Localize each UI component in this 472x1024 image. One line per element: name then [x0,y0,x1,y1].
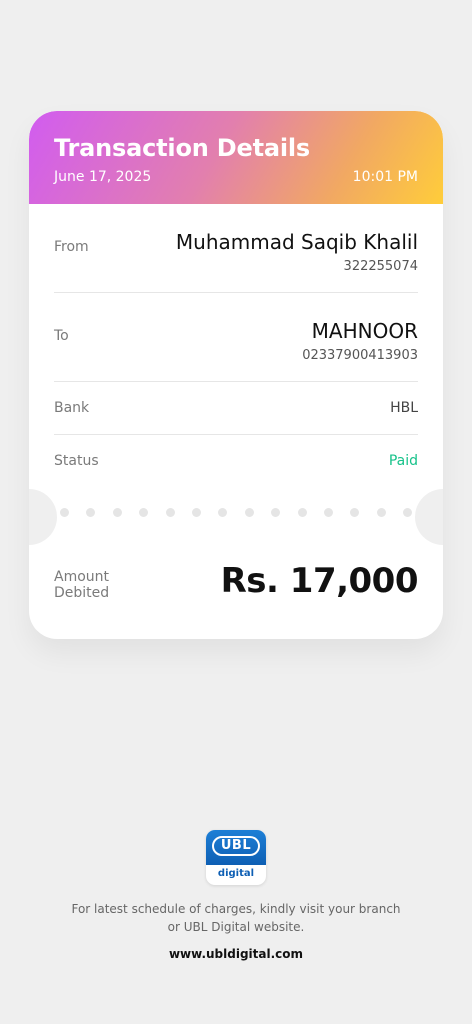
perforation-dot [165,508,175,517]
website-link[interactable]: www.ubldigital.com [0,947,472,961]
card-header: Transaction Details June 17, 2025 10:01 … [29,111,443,204]
perforation-dot [324,508,333,517]
ubl-digital-logo: UBL digital [206,830,266,885]
status-label: Status [54,453,99,469]
transaction-card: Transaction Details June 17, 2025 10:01 … [29,111,443,639]
divider [54,434,418,435]
footer-note-line2: or UBL Digital website. [167,920,305,934]
logo-top-band: UBL [206,830,266,865]
perforation-dot [86,508,96,517]
perforation-dot [218,508,228,517]
perforation-dot [376,508,386,517]
transaction-date: June 17, 2025 [54,169,152,185]
perforation-dot [60,508,69,517]
transaction-time: 10:01 PM [352,169,418,185]
divider [54,292,418,293]
perforation-dot [350,508,360,517]
footer-note: For latest schedule of charges, kindly v… [40,900,432,936]
perforation-dot [112,508,122,517]
perforation-dot [297,508,307,517]
amount-value: Rs. 17,000 [220,561,419,601]
to-label: To [54,328,69,344]
perforation-dot [192,508,201,517]
perforation-dot [271,508,281,517]
perforation-dot [403,508,413,517]
amount-label: Amount Debited [54,569,109,601]
perforation-dot [244,508,254,517]
to-name: MAHNOOR [311,319,418,343]
logo-subtitle: digital [217,868,255,879]
from-name: Muhammad Saqib Khalil [175,230,418,254]
to-account: 02337900413903 [302,348,418,363]
ticket-notch-right [415,489,443,545]
footer-note-line1: For latest schedule of charges, kindly v… [71,902,401,916]
ticket-notch-left [29,489,57,545]
page-title: Transaction Details [54,134,310,162]
bank-label: Bank [54,400,90,416]
perforation-dot [139,508,149,517]
from-account: 322255074 [343,259,418,274]
divider [54,381,418,382]
amount-label-line1: Amount [54,569,110,585]
status-badge: Paid [388,453,418,469]
bank-value: HBL [390,400,418,416]
from-label: From [54,239,89,255]
amount-label-line2: Debited [54,585,110,601]
perforation-dots [60,508,413,518]
logo-name: UBL [220,838,252,853]
